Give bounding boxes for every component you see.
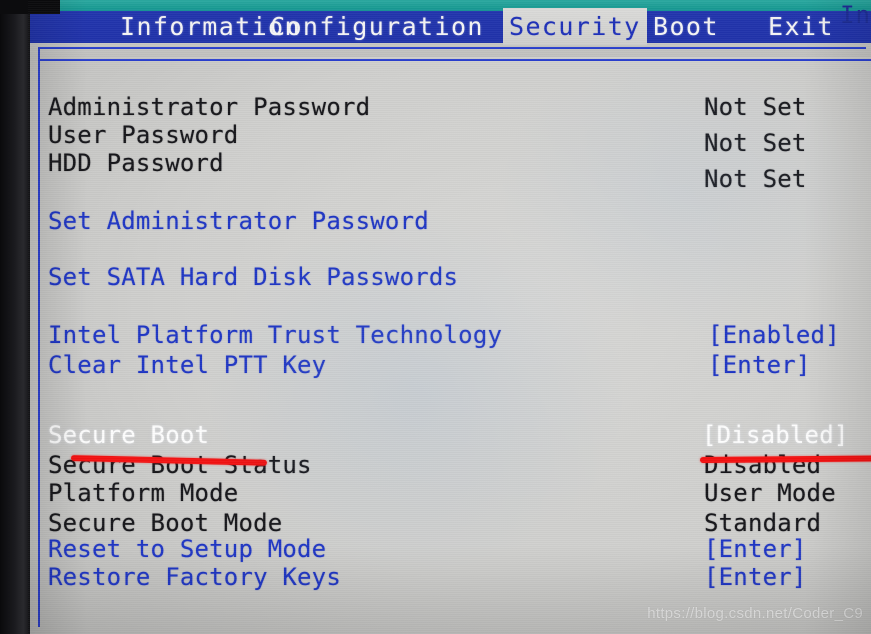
- setting-row[interactable]: Set SATA Hard Disk Passwords: [28, 262, 871, 292]
- setting-value[interactable]: Disabled: [704, 450, 821, 480]
- setting-value[interactable]: Not Set: [704, 92, 807, 122]
- bios-screen-panel: Information Configuration Security Boot Exit…: [28, 0, 871, 634]
- setting-row[interactable]: Platform Mode User Mode: [28, 478, 871, 508]
- setting-label: Reset to Setup Mode: [48, 535, 327, 563]
- setting-row[interactable]: Clear Intel PTT Key [Enter]: [28, 350, 871, 380]
- setting-row[interactable]: User Password Not Set: [28, 120, 871, 157]
- setting-label: Intel Platform Trust Technology: [48, 321, 503, 349]
- setting-value[interactable]: Not Set: [704, 164, 807, 194]
- setting-label: User Password: [48, 121, 239, 149]
- setting-row[interactable]: HDD Password Not Set: [28, 148, 871, 193]
- laptop-bezel-corner: [0, 0, 60, 14]
- setting-label: Set SATA Hard Disk Passwords: [48, 263, 459, 291]
- setting-row[interactable]: Restore Factory Keys [Enter]: [28, 562, 871, 592]
- setting-value[interactable]: [Enter]: [704, 534, 807, 564]
- setting-row[interactable]: Secure Boot Status Disabled: [28, 450, 871, 480]
- setting-label: Clear Intel PTT Key: [48, 351, 327, 379]
- setting-row[interactable]: Intel Platform Trust Technology [Enabled]: [28, 320, 871, 350]
- corner-echo-text: In: [840, 1, 871, 29]
- setting-label: Restore Factory Keys: [48, 563, 341, 591]
- setting-value[interactable]: [Enabled]: [708, 320, 840, 350]
- bios-setup-screenshot: Information Configuration Security Boot Exit…: [0, 0, 871, 634]
- setting-label: Set Administrator Password: [48, 207, 429, 235]
- setting-label: Secure Boot: [48, 421, 210, 449]
- setting-label: HDD Password: [48, 149, 224, 177]
- setting-label: Platform Mode: [48, 479, 239, 507]
- security-settings-list: Administrator Password Not Set User Passwo…: [28, 0, 871, 634]
- setting-value[interactable]: User Mode: [704, 478, 836, 508]
- setting-row[interactable]: Secure Boot [Disabled]: [28, 420, 871, 450]
- setting-row[interactable]: Administrator Password Not Set: [28, 92, 871, 122]
- setting-value[interactable]: [Disabled]: [702, 420, 849, 450]
- setting-row[interactable]: Set Administrator Password: [28, 206, 871, 236]
- watermark-url: https://blog.csdn.net/Coder_C9: [647, 605, 863, 622]
- setting-value[interactable]: [Enter]: [704, 562, 807, 592]
- setting-label: Administrator Password: [48, 93, 371, 121]
- laptop-bezel-left: [0, 0, 30, 634]
- setting-value[interactable]: [Enter]: [708, 350, 811, 380]
- setting-row[interactable]: Reset to Setup Mode [Enter]: [28, 534, 871, 564]
